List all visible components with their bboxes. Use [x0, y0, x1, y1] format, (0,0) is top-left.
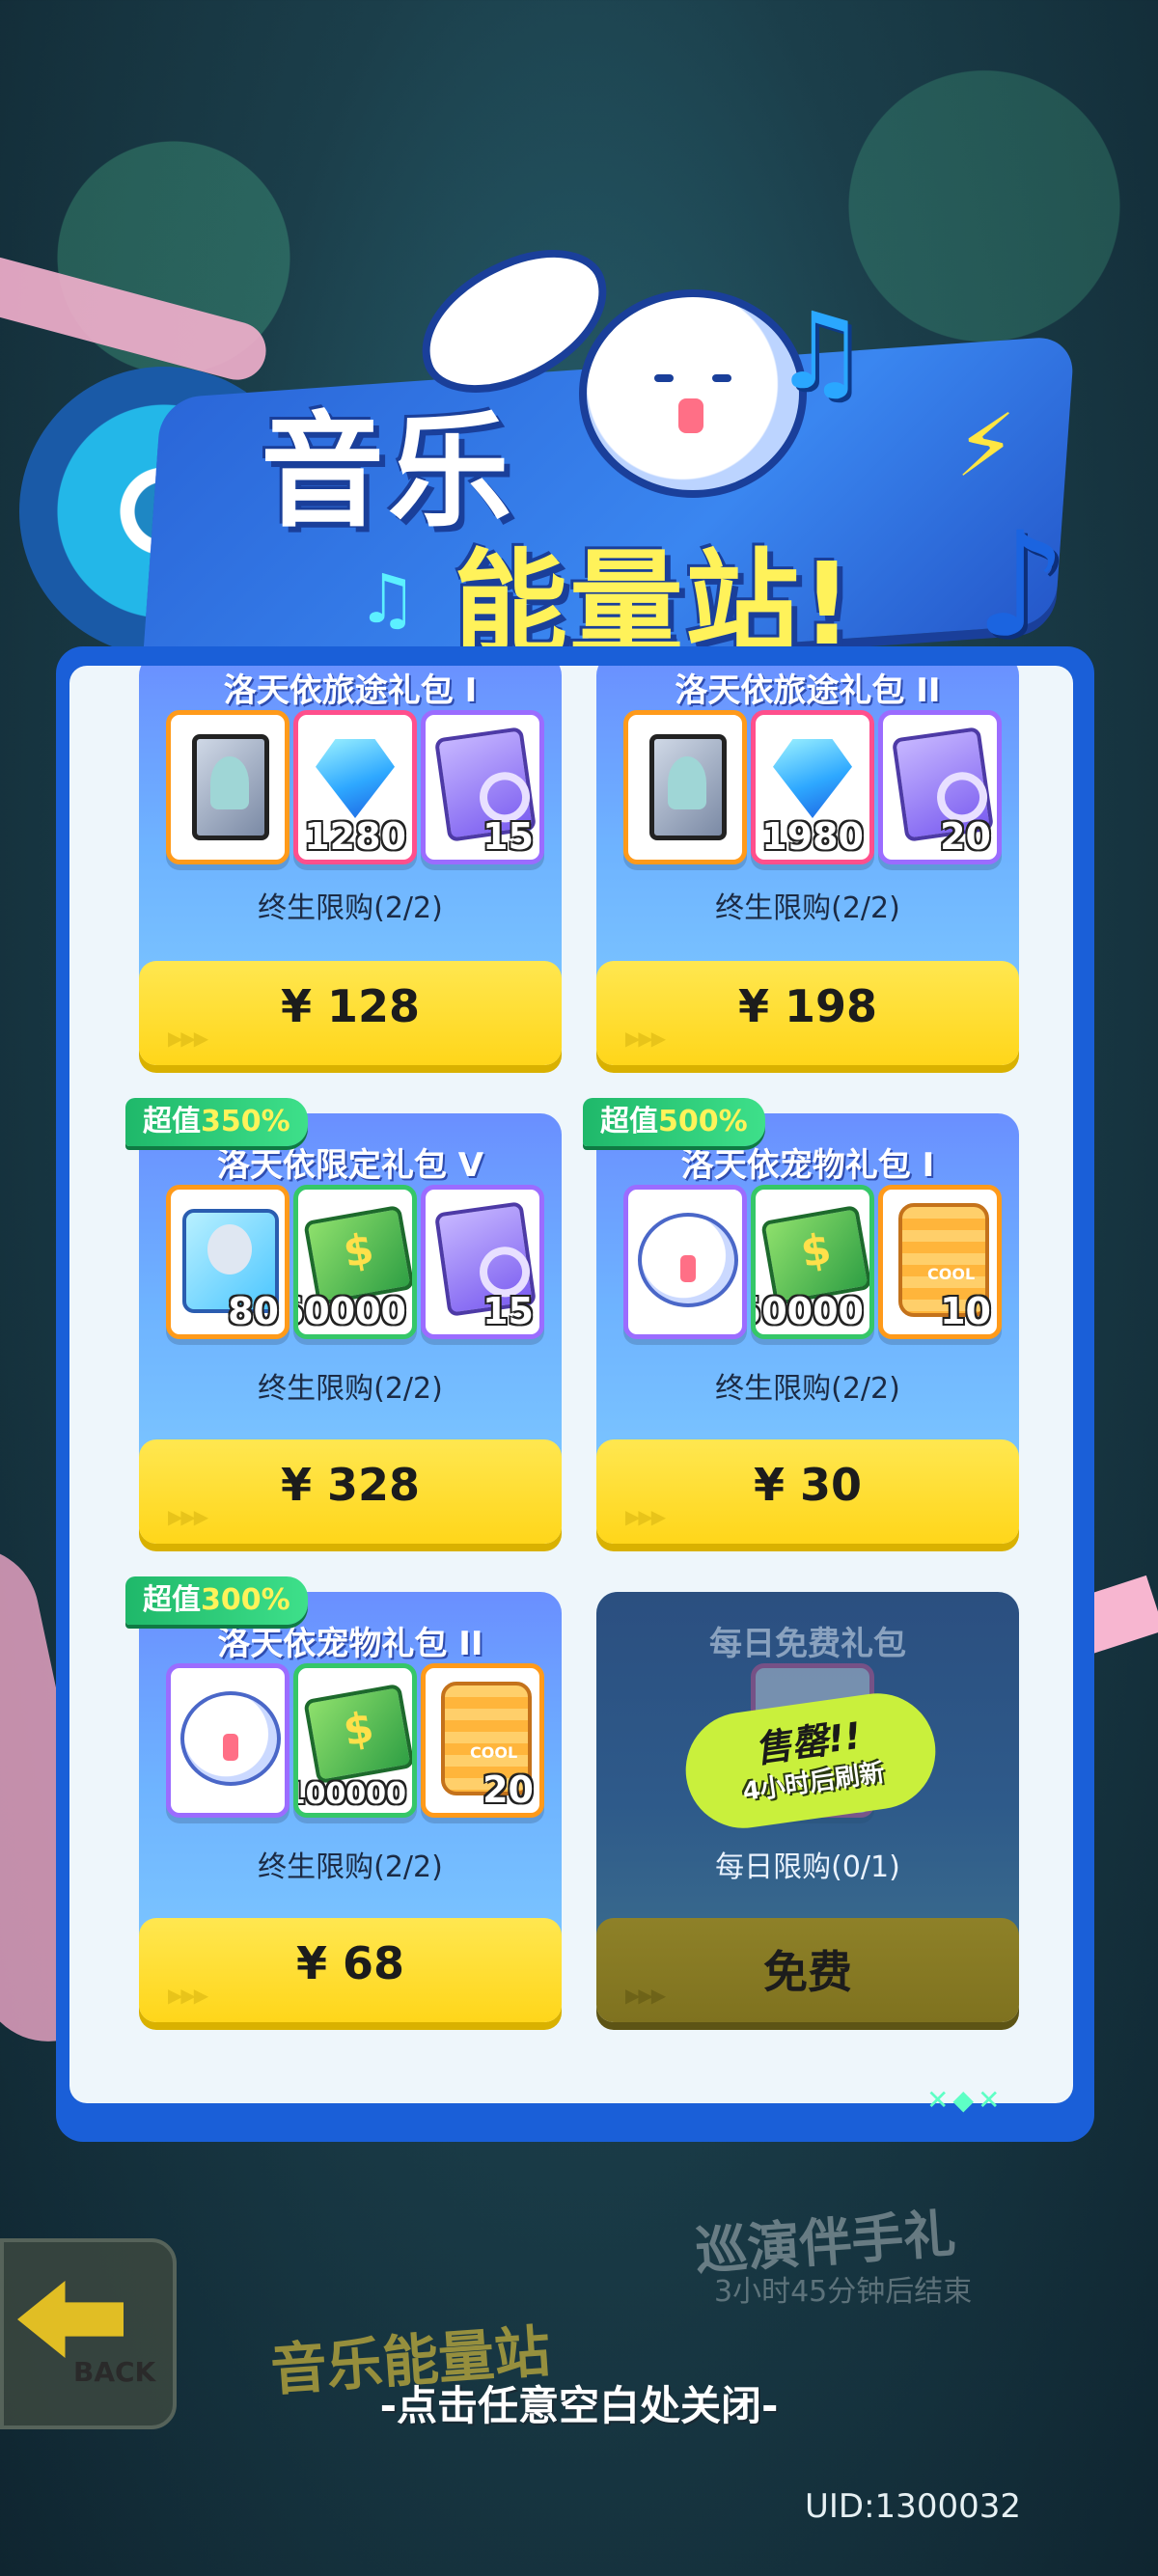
purchase-limit: 终生限购(2/2)	[715, 891, 900, 925]
gift-item[interactable]: 15	[421, 710, 544, 864]
gift-item[interactable]: 60000	[293, 1185, 417, 1339]
gift-item[interactable]: 1280	[293, 710, 417, 864]
gift-item[interactable]	[623, 710, 747, 864]
value-tag: 超值500%	[583, 1098, 765, 1146]
uid-label: UID:1300032	[805, 2487, 1021, 2526]
bg-sublabel: 3小时45分钟后结束	[714, 2275, 973, 2309]
close-hint: -点击任意空白处关闭-	[379, 2382, 779, 2429]
value-tag: 超值350%	[125, 1098, 308, 1146]
purchase-limit: 终生限购(2/2)	[258, 1850, 443, 1884]
photo-card-icon	[192, 734, 269, 840]
gift-item[interactable]: 20	[421, 1663, 544, 1818]
gift-item[interactable]	[166, 1663, 290, 1818]
cash-icon	[303, 1683, 412, 1785]
gift-item[interactable]: 10	[878, 1185, 1002, 1339]
purchase-limit: 终生限购(2/2)	[715, 1372, 900, 1406]
value-tag: 超值300%	[125, 1576, 308, 1625]
gift-item[interactable]	[166, 710, 290, 864]
purchase-limit: 终生限购(2/2)	[258, 1372, 443, 1406]
lightning-icon: ⚡	[955, 396, 1017, 497]
music-note-icon: ♫	[357, 560, 418, 639]
panel-deco-icon: ✕◆✕	[926, 2084, 1005, 2116]
gem-icon	[316, 739, 395, 818]
gift-item[interactable]: 20	[878, 710, 1002, 864]
gift-item[interactable]: 50000	[751, 1185, 874, 1339]
card-title: 洛天依旅途礼包 II	[675, 671, 941, 710]
pet-icon	[180, 1691, 281, 1786]
gift-item[interactable]: 100000	[293, 1663, 417, 1818]
music-note-icon: ♫	[772, 289, 868, 413]
free-button[interactable]: ▶▶▶ 免费	[596, 1918, 1019, 2022]
price-button[interactable]: ▶▶▶ ¥ 128	[139, 961, 562, 1065]
gift-panel-inner[interactable]: 洛天依旅途礼包 I 1280 15 终生限购(2/2) ▶▶▶ ¥ 128 洛天…	[69, 666, 1073, 2103]
pet-icon	[638, 1213, 738, 1307]
music-note-icon: ♪	[975, 502, 1067, 670]
gift-item[interactable]: 80	[166, 1185, 290, 1339]
gift-item[interactable]: 1980	[751, 710, 874, 864]
photo-card-icon	[649, 734, 727, 840]
back-arrow-icon	[17, 2281, 124, 2358]
price-button[interactable]: ▶▶▶ ¥ 328	[139, 1439, 562, 1544]
purchase-limit: 每日限购(0/1)	[715, 1850, 900, 1884]
price-button[interactable]: ▶▶▶ ¥ 198	[596, 961, 1019, 1065]
price-button[interactable]: ▶▶▶ ¥ 30	[596, 1439, 1019, 1544]
gift-item[interactable]	[623, 1185, 747, 1339]
card-title: 每日免费礼包	[709, 1625, 906, 1663]
card-title: 洛天依旅途礼包 I	[223, 671, 478, 710]
price-button[interactable]: ▶▶▶ ¥ 68	[139, 1918, 562, 2022]
purchase-limit: 终生限购(2/2)	[258, 891, 443, 925]
gem-icon	[773, 739, 852, 818]
gift-item[interactable]: 15	[421, 1185, 544, 1339]
